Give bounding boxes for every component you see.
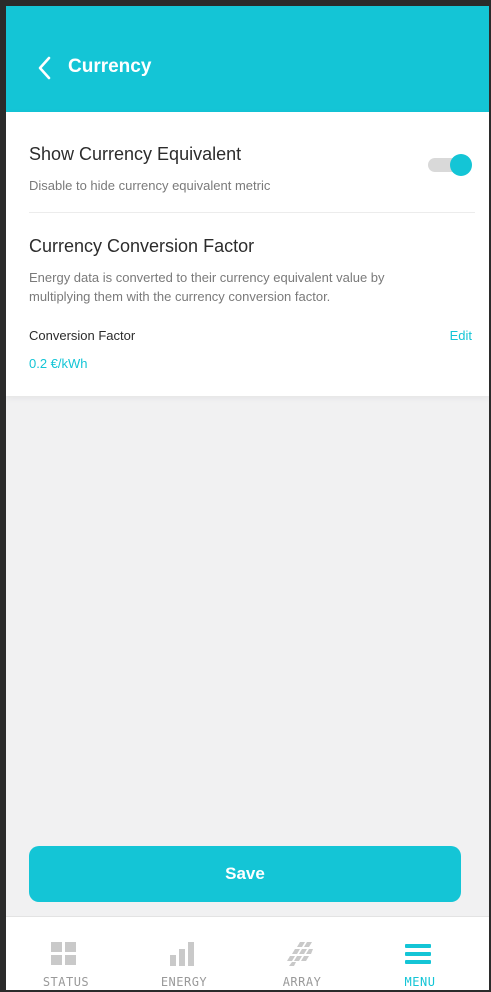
nav-label-array: ARRAY [282,975,322,989]
chevron-left-icon[interactable] [37,56,51,80]
conversion-factor-label: Conversion Factor [29,328,136,343]
settings-card: Show Currency Equivalent Disable to hide… [6,112,489,396]
toggle-knob [450,154,472,176]
phone-screen: Currency Show Currency Equivalent Disabl… [6,6,489,990]
save-button[interactable]: Save [29,846,461,902]
nav-label-menu: MENU [404,975,436,989]
conversion-description-line1: Energy data is converted to their curren… [29,270,385,285]
nav-item-menu[interactable]: MENU [360,917,480,990]
nav-label-energy: ENERGY [160,975,208,989]
bottom-nav: STATUS ENERGY ARRAY MENU [6,916,489,990]
divider [29,212,475,213]
nav-item-array[interactable]: ARRAY [242,917,362,990]
conversion-title: Currency Conversion Factor [29,236,255,256]
page-title: Currency [68,56,152,77]
bar-chart-icon [170,942,194,966]
nav-label-status: STATUS [42,975,90,989]
edit-link[interactable]: Edit [450,328,472,343]
nav-item-status[interactable]: STATUS [6,917,126,990]
nav-item-energy[interactable]: ENERGY [124,917,244,990]
show-currency-title: Show Currency Equivalent [29,144,242,164]
show-currency-toggle[interactable] [428,154,472,176]
solar-array-icon [287,942,313,966]
grid-icon [51,942,76,965]
show-currency-description: Disable to hide currency equivalent metr… [29,178,271,193]
conversion-factor-value: 0.2 €/kWh [29,356,88,371]
hamburger-icon [405,944,431,964]
app-header: Currency [6,6,489,112]
conversion-description: Energy data is converted to their curren… [29,268,469,306]
conversion-description-line2: multiplying them with the currency conve… [29,289,331,304]
